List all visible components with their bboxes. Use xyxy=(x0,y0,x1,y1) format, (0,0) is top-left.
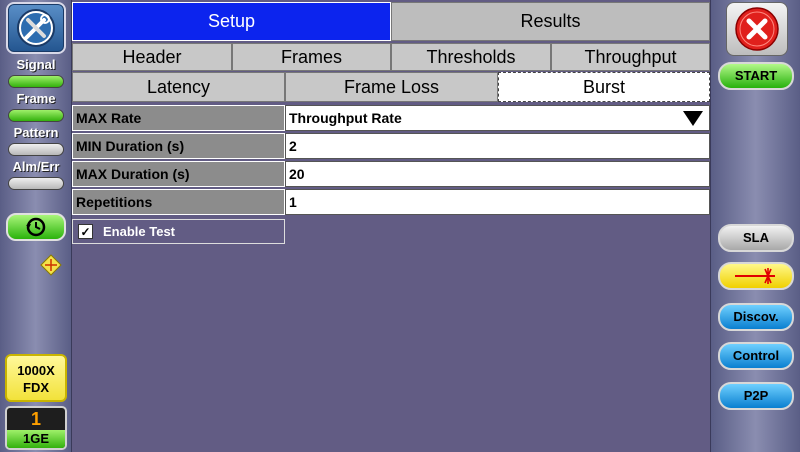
repetitions-input[interactable]: 1 xyxy=(285,189,710,215)
max-rate-select[interactable]: Throughput Rate xyxy=(285,105,710,131)
port-number: 1 xyxy=(30,409,41,429)
min-duration-row: MIN Duration (s) 2 xyxy=(72,133,710,159)
tab-setup[interactable]: Setup xyxy=(72,2,391,41)
tools-icon xyxy=(17,9,55,47)
close-icon xyxy=(735,7,779,51)
sla-button[interactable]: SLA xyxy=(718,224,794,252)
signal-led[interactable] xyxy=(8,75,64,88)
port-speed: 1GE xyxy=(7,430,65,448)
max-rate-row: MAX Rate Throughput Rate xyxy=(72,105,710,131)
history-button[interactable] xyxy=(6,213,66,241)
frame-led[interactable] xyxy=(8,109,64,122)
max-duration-row: MAX Duration (s) 20 xyxy=(72,161,710,187)
signal-label: Signal xyxy=(16,57,56,72)
repetitions-label: Repetitions xyxy=(72,189,285,215)
primary-tab-bar: Setup Results xyxy=(72,2,710,41)
start-button[interactable]: START xyxy=(718,62,794,90)
link-mode-badge[interactable]: 1000X FDX xyxy=(5,354,67,402)
mode-line-2: FDX xyxy=(23,380,49,395)
history-clock-icon xyxy=(26,217,46,237)
tab-burst[interactable]: Burst xyxy=(498,72,710,102)
tab-latency[interactable]: Latency xyxy=(72,72,285,102)
alm-err-label: Alm/Err xyxy=(12,159,60,174)
tab-frame-loss[interactable]: Frame Loss xyxy=(285,72,498,102)
pattern-label: Pattern xyxy=(13,125,59,140)
tab-header[interactable]: Header xyxy=(72,43,232,71)
enable-test-checkbox[interactable]: ✓ xyxy=(78,224,93,239)
max-rate-label: MAX Rate xyxy=(72,105,285,131)
repetitions-value: 1 xyxy=(289,194,297,210)
max-rate-value: Throughput Rate xyxy=(289,110,402,126)
diamond-crosshair-icon[interactable] xyxy=(40,254,62,276)
tab-frames[interactable]: Frames xyxy=(232,43,391,71)
frame-label: Frame xyxy=(16,91,56,106)
max-duration-input[interactable]: 20 xyxy=(285,161,710,187)
alm-err-led[interactable] xyxy=(8,177,64,190)
p2p-button[interactable]: P2P xyxy=(718,382,794,410)
repetitions-row: Repetitions 1 xyxy=(72,189,710,215)
max-duration-value: 20 xyxy=(289,166,305,182)
dropdown-arrow-icon xyxy=(683,111,703,126)
discover-button[interactable]: Discov. xyxy=(718,303,794,331)
laser-icon xyxy=(735,268,775,284)
enable-test-label: Enable Test xyxy=(103,224,176,239)
max-duration-label: MAX Duration (s) xyxy=(72,161,285,187)
tab-thresholds[interactable]: Thresholds xyxy=(391,43,551,71)
enable-test-checkbox-row[interactable]: ✓ Enable Test xyxy=(72,219,285,244)
min-duration-label: MIN Duration (s) xyxy=(72,133,285,159)
laser-button[interactable] xyxy=(718,262,794,290)
pattern-led[interactable] xyxy=(8,143,64,156)
min-duration-value: 2 xyxy=(289,138,297,154)
tertiary-tab-bar: Latency Frame Loss Burst xyxy=(72,72,710,102)
min-duration-input[interactable]: 2 xyxy=(285,133,710,159)
port-badge[interactable]: 1 1GE xyxy=(5,406,67,450)
close-button[interactable] xyxy=(726,2,788,56)
tab-results[interactable]: Results xyxy=(391,2,710,41)
control-button[interactable]: Control xyxy=(718,342,794,370)
secondary-tab-bar: Header Frames Thresholds Throughput xyxy=(72,43,710,71)
home-tools-button[interactable] xyxy=(6,2,66,54)
tab-throughput[interactable]: Throughput xyxy=(551,43,710,71)
mode-line-1: 1000X xyxy=(17,363,55,378)
